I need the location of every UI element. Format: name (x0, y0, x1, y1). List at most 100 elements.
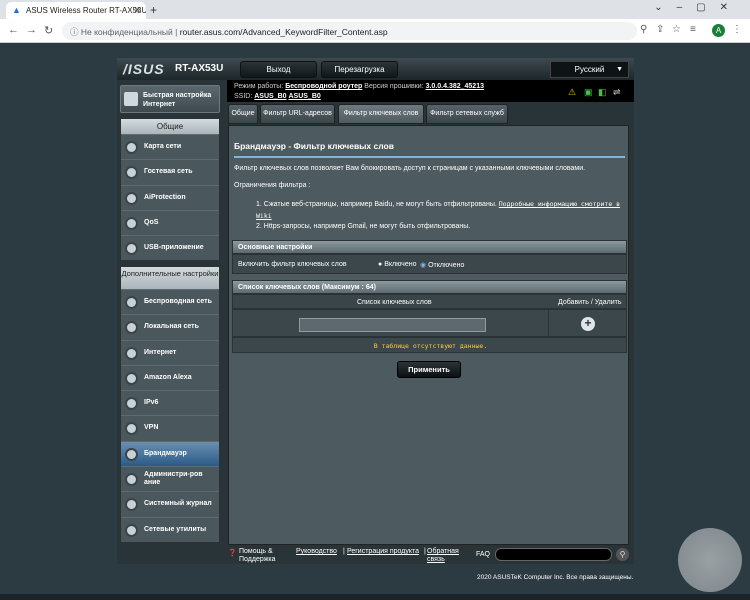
wiki-link-2[interactable]: Wiki (256, 212, 272, 220)
footer-separator-2: | (424, 548, 426, 555)
watermark-logo (678, 528, 742, 592)
sidebar-item-label: Гостевая сеть (144, 168, 193, 176)
sidebar-item-internet[interactable]: Интернет (121, 339, 219, 365)
sidebar-item-network-tools[interactable]: Сетевые утилиты (121, 516, 219, 542)
general-menu: Общие Карта сети Гостевая сеть AiProtect… (120, 118, 220, 262)
reload-icon[interactable]: ↻ (44, 24, 53, 37)
col-add-remove: Добавить / Удалить (558, 299, 622, 306)
zoom-icon[interactable]: ⚲ (640, 24, 647, 35)
tab-keyword-filter[interactable]: Фильтр ключевых слов (338, 104, 424, 124)
browser-tab[interactable]: ▲ ASUS Wireless Router RT-AX53U ✕ (6, 2, 146, 19)
browser-menu-icon[interactable]: ⋮ (732, 24, 742, 35)
language-select[interactable]: Русский ▼ (550, 61, 629, 78)
feedback-link-text: Обратная связь (427, 548, 459, 563)
language-value: Русский (574, 65, 605, 74)
mode-label: Режим работы: (234, 83, 284, 90)
quick-setup-button[interactable]: Быстрая настройка Интернет (120, 85, 220, 113)
address-bar[interactable]: ⓘ Не конфиденциальный | router.asus.com/… (62, 22, 637, 40)
browser-tab-strip: ▲ ASUS Wireless Router RT-AX53U ✕ + ⌄–▢✕ (0, 0, 750, 19)
usb-status-icon[interactable]: ⇌ (613, 87, 621, 98)
enable-filter-label: Включить фильтр ключевых слов (238, 261, 347, 268)
radio-enabled[interactable]: ● Включено (378, 261, 416, 268)
ssid-link-1[interactable]: ASUS_B0 (254, 93, 286, 100)
back-icon[interactable]: ← (8, 24, 19, 36)
faq-search-input[interactable] (495, 548, 612, 561)
sidebar-item-label: IPv6 (144, 399, 159, 407)
tab-general[interactable]: Общие (228, 104, 258, 124)
shield-icon (125, 191, 138, 205)
window-controls[interactable]: ⌄–▢✕ (654, 2, 742, 13)
new-tab-button[interactable]: + (150, 3, 157, 17)
limit-item-1: 1. Сжатые веб-страницы, например Baidu, … (256, 200, 620, 208)
manual-link[interactable]: Руководство (296, 548, 337, 555)
sidebar-item-label: Брандмауэр (144, 449, 187, 457)
guest-network-icon (125, 166, 138, 180)
mode-link[interactable]: Беспроводной роутер (285, 83, 362, 90)
firmware-link[interactable]: 3.0.0.4.382_45213 (426, 83, 484, 90)
lan-icon (125, 321, 138, 335)
forward-icon[interactable]: → (26, 24, 37, 36)
radio-disabled[interactable]: ◉ Отключено (420, 261, 464, 269)
manual-link-text: Руководство (296, 548, 337, 555)
router-model: RT-AX53U (175, 63, 224, 74)
general-header: Общие (121, 119, 219, 134)
search-icon[interactable]: ⚲ (616, 548, 629, 561)
sidebar-item-lan[interactable]: Локальная сеть (121, 314, 219, 339)
footer-separator-1: | (343, 548, 345, 555)
sidebar-item-firewall[interactable]: Брандмауэр (121, 440, 219, 467)
ssid-link-2[interactable]: ASUS_B0 (289, 93, 321, 100)
sidebar-item-usb[interactable]: USB-приложение (121, 235, 219, 260)
close-tab-icon[interactable]: ✕ (133, 5, 141, 16)
tab-url-filter[interactable]: Фильтр URL-адресов (260, 104, 335, 124)
radio-disabled-label: Отключено (428, 262, 465, 269)
ssid-info: SSID: ASUS_B0 ASUS_B0 (234, 93, 321, 100)
security-warning-text: Не конфиденциальный (80, 27, 173, 37)
extensions-icon[interactable]: ≡ (690, 24, 696, 35)
notification-icon[interactable]: ⚠ (568, 87, 576, 98)
sidebar-item-vpn[interactable]: VPN (121, 415, 219, 440)
sidebar-item-label: Карта сети (144, 143, 182, 150)
tab-network-services-filter[interactable]: Фильтр сетевых служб (426, 104, 508, 124)
sidebar-item-label: Amazon Alexa (144, 373, 192, 381)
advanced-header: Дополнительные настройки (121, 267, 219, 289)
sidebar-item-label: Сетевые утилиты (144, 525, 207, 533)
keyword-list-header: Список ключевых слов (Максимум : 64) (232, 280, 627, 294)
ssid-label: SSID: (234, 93, 253, 100)
reboot-button[interactable]: Перезагрузка (321, 61, 398, 78)
main-content: Брандмауэр - Фильтр ключевых слов Фильтр… (228, 125, 629, 545)
apply-button[interactable]: Применить (397, 361, 461, 378)
sidebar-item-administration[interactable]: Администри-рование (121, 466, 219, 491)
sidebar-item-network-map[interactable]: Карта сети (121, 134, 219, 159)
internet-status-icon[interactable]: ▣ (584, 87, 593, 98)
wiki-link[interactable]: Подробные информацию смотрите в (499, 200, 620, 208)
logout-button[interactable]: Выход (240, 61, 317, 78)
sidebar-item-label: VPN (144, 424, 159, 432)
limit-item-2: 2. Https-запросы, например Gmail, не мог… (256, 223, 471, 230)
sidebar-item-ipv6[interactable]: IPv6 (121, 390, 219, 415)
security-warning-icon[interactable]: ⓘ (70, 27, 81, 37)
keyword-input[interactable] (299, 318, 486, 332)
wan-status-icon[interactable]: ◧ (598, 87, 607, 98)
wireless-icon (125, 296, 138, 309)
help-support-link[interactable]: Помощь & Поддержка (239, 548, 289, 564)
quick-setup-label: Быстрая настройка Интернет (143, 92, 212, 108)
profile-avatar[interactable]: A (712, 24, 725, 37)
sidebar-item-system-log[interactable]: Системный журнал (121, 491, 219, 516)
share-icon[interactable]: ⇪ (656, 24, 664, 35)
sidebar-item-aiprotection[interactable]: AiProtection (121, 184, 219, 210)
tools-icon (125, 523, 138, 537)
radio-enabled-label: Включено (384, 261, 417, 268)
chevron-down-icon: ▼ (616, 66, 623, 73)
sidebar-item-qos[interactable]: QoS (121, 209, 219, 235)
sidebar-item-label: Системный журнал (144, 500, 212, 508)
registration-link[interactable]: Регистрация продукта (347, 548, 419, 555)
add-keyword-button[interactable]: + (581, 317, 595, 331)
sidebar-item-alexa[interactable]: Amazon Alexa (121, 364, 219, 390)
sidebar-item-wireless[interactable]: Беспроводная сеть (121, 289, 219, 314)
empty-table-row: В таблице отсутствуют данные. (232, 337, 627, 353)
sidebar-item-guest-network[interactable]: Гостевая сеть (121, 159, 219, 184)
description-text: Фильтр ключевых слов позволяет Вам блоки… (234, 165, 586, 172)
bookmark-star-icon[interactable]: ☆ (672, 24, 681, 35)
feedback-link[interactable]: Обратная связь (427, 548, 467, 564)
sidebar-item-label: Локальная сеть (144, 323, 199, 331)
